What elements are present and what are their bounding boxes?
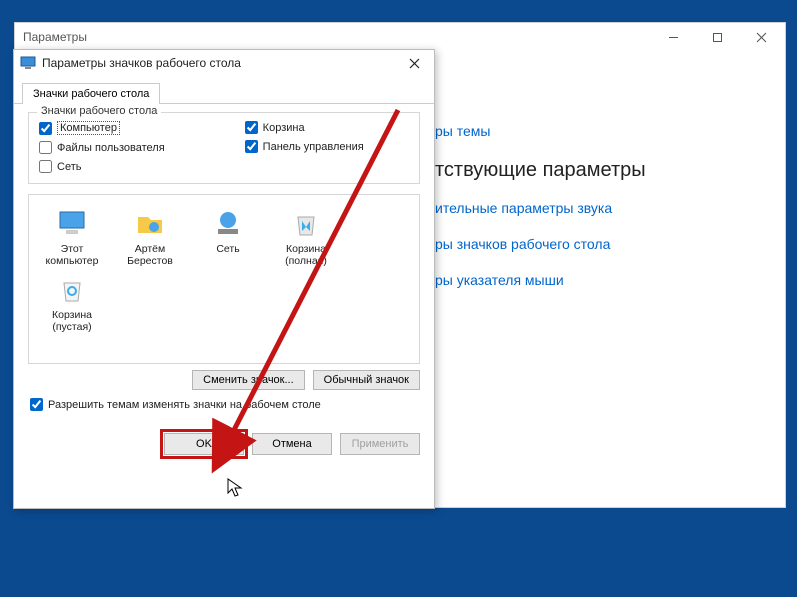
- checkbox-computer[interactable]: Компьютер: [39, 121, 165, 135]
- tabstrip: Значки рабочего стола: [14, 76, 434, 104]
- recycle-full-icon: [290, 207, 322, 239]
- default-icon-button[interactable]: Обычный значок: [313, 370, 420, 390]
- dialog-titlebar: Параметры значков рабочего стола: [14, 50, 434, 76]
- checkbox-network[interactable]: Сеть: [39, 160, 165, 173]
- main-titlebar: Параметры: [15, 23, 785, 51]
- network-icon: [212, 207, 244, 239]
- icon-user-folder[interactable]: Артём Берестов: [115, 207, 185, 267]
- tab-desktop-icons[interactable]: Значки рабочего стола: [22, 83, 160, 104]
- dialog-close-button[interactable]: [398, 52, 430, 74]
- display-icon: [20, 55, 36, 71]
- recycle-empty-icon: [56, 273, 88, 305]
- icon-recycle-full[interactable]: Корзина (полная): [271, 207, 341, 267]
- link-themes[interactable]: ры темы: [435, 123, 765, 139]
- link-desktop-icons[interactable]: ры значков рабочего стола: [435, 236, 765, 252]
- change-icon-button[interactable]: Сменить значок...: [192, 370, 305, 390]
- icon-recycle-empty[interactable]: Корзина (пустая): [37, 273, 107, 333]
- dialog-footer: OK Отмена Применить: [14, 433, 434, 455]
- icons-preview-pane[interactable]: Этот компьютер Артём Берестов Сеть Корзи…: [28, 194, 420, 364]
- link-cursor[interactable]: ры указателя мыши: [435, 272, 765, 288]
- maximize-button[interactable]: [695, 23, 739, 51]
- link-sound[interactable]: ительные параметры звука: [435, 200, 765, 216]
- cancel-button[interactable]: Отмена: [252, 433, 332, 455]
- checkbox-allow-themes[interactable]: Разрешить темам изменять значки на рабоч…: [30, 398, 418, 411]
- checkbox-user-files[interactable]: Файлы пользователя: [39, 141, 165, 154]
- checkbox-control-panel[interactable]: Панель управления: [245, 140, 364, 153]
- checkbox-recycle[interactable]: Корзина: [245, 121, 364, 134]
- close-button[interactable]: [739, 23, 783, 51]
- dialog-title: Параметры значков рабочего стола: [42, 56, 398, 70]
- minimize-button[interactable]: [651, 23, 695, 51]
- ok-button[interactable]: OK: [164, 433, 244, 455]
- icon-this-pc[interactable]: Этот компьютер: [37, 207, 107, 267]
- section-heading: тствующие параметры: [435, 159, 765, 182]
- user-folder-icon: [134, 207, 166, 239]
- icon-network[interactable]: Сеть: [193, 207, 263, 267]
- computer-icon: [56, 207, 88, 239]
- apply-button: Применить: [340, 433, 420, 455]
- main-window-title: Параметры: [23, 30, 651, 44]
- desktop-icon-settings-dialog: Параметры значков рабочего стола Значки …: [13, 49, 435, 509]
- group-legend: Значки рабочего стола: [37, 105, 161, 117]
- desktop-icons-group: Значки рабочего стола Компьютер Файлы по…: [28, 112, 420, 184]
